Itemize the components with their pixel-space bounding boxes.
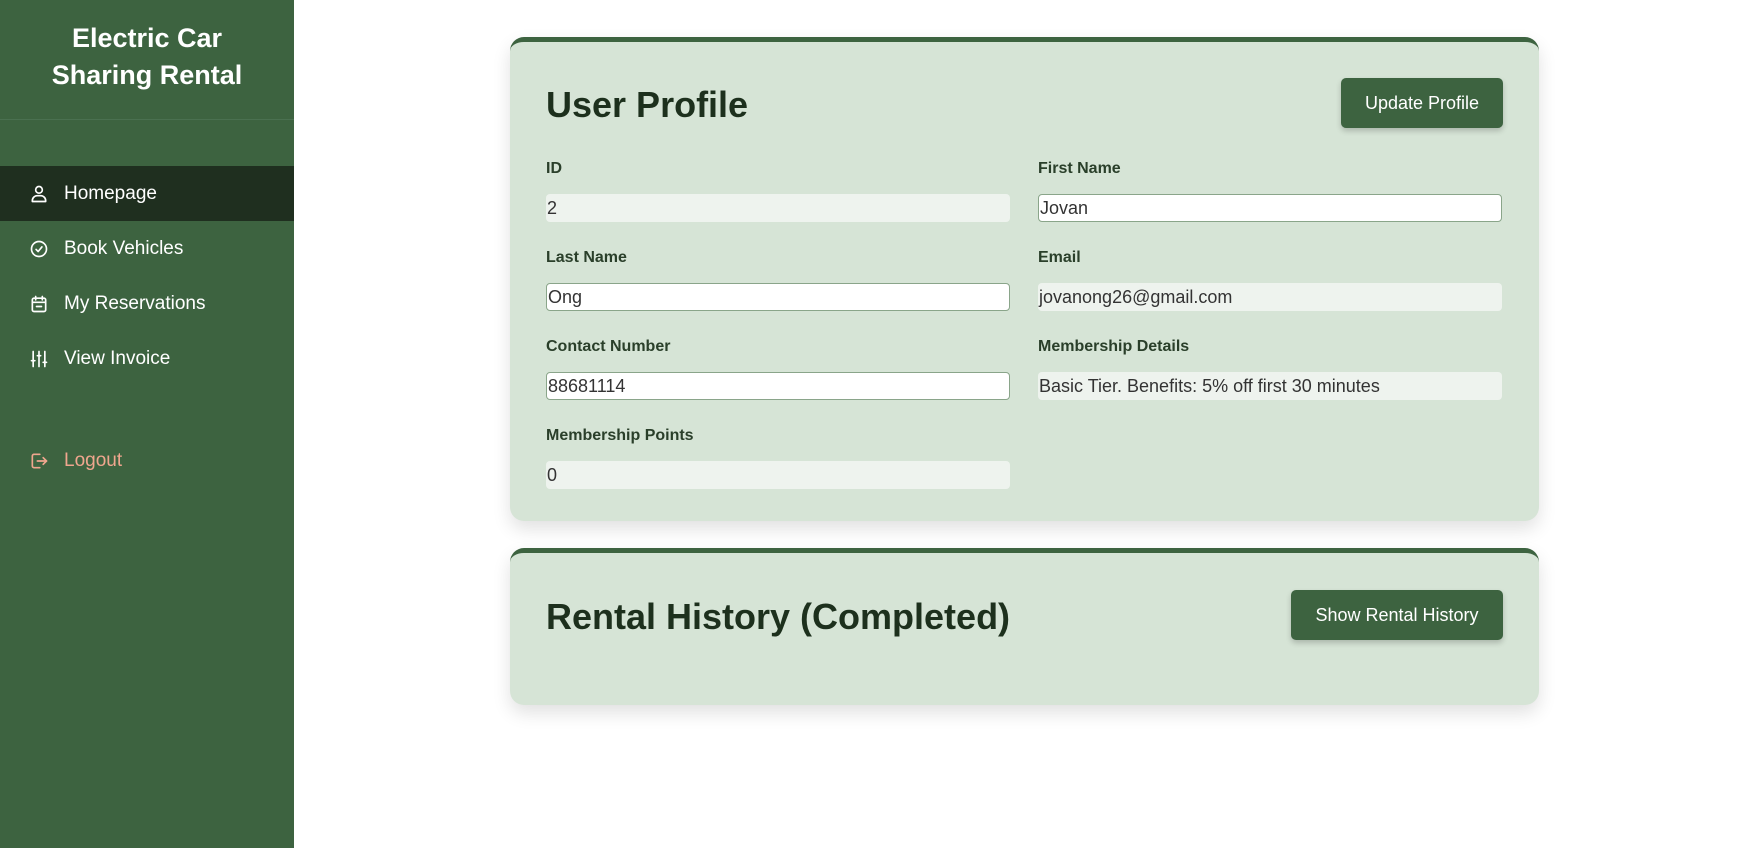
sidebar-item-view-invoice[interactable]: View Invoice — [0, 331, 294, 386]
logout-button[interactable]: Logout — [0, 433, 294, 488]
logout-label: Logout — [64, 449, 123, 471]
email-label: Email — [1038, 249, 1081, 266]
id-field-group: ID 2 — [546, 160, 1010, 222]
contact-number-field-group: Contact Number 88681114 — [546, 338, 1010, 400]
rental-history-title: Rental History (Completed) — [546, 596, 1011, 637]
sliders-icon — [28, 348, 50, 370]
last-name-field-group: Last Name Ong — [546, 249, 1010, 311]
first-name-field-group: First Name Jovan — [1038, 160, 1502, 222]
sidebar-item-my-reservations[interactable]: My Reservations — [0, 276, 294, 331]
membership-details-label: Membership Details — [1038, 338, 1190, 355]
sidebar-item-label: My Reservations — [64, 292, 206, 314]
email-field-group: Email jovanong26@gmail.com — [1038, 249, 1502, 311]
membership-points-value: 0 — [546, 461, 1010, 489]
email-value: jovanong26@gmail.com — [1038, 283, 1502, 311]
brand-line-2: Sharing Rental — [51, 59, 243, 90]
show-rental-history-button[interactable]: Show Rental History — [1291, 590, 1503, 640]
membership-details-field-group: Membership Details Basic Tier. Benefits:… — [1038, 338, 1502, 400]
contact-number-input[interactable]: 88681114 — [546, 372, 1010, 400]
sidebar-item-book-vehicles[interactable]: Book Vehicles — [0, 221, 294, 276]
membership-points-label: Membership Points — [546, 427, 694, 444]
check-circle-icon — [28, 238, 50, 260]
id-value: 2 — [546, 194, 1010, 222]
brand-line-1: Electric Car — [71, 22, 223, 53]
first-name-label: First Name — [1038, 160, 1121, 177]
membership-points-field-group: Membership Points 0 — [546, 427, 1010, 489]
app-brand: Electric Car Sharing Rental — [0, 0, 294, 120]
update-profile-button[interactable]: Update Profile — [1341, 78, 1503, 128]
sidebar-item-homepage[interactable]: Homepage — [0, 166, 294, 221]
sidebar-item-label: Book Vehicles — [64, 237, 184, 259]
first-name-input[interactable]: Jovan — [1038, 194, 1502, 222]
id-label: ID — [546, 160, 562, 177]
last-name-label: Last Name — [546, 249, 627, 266]
user-icon — [28, 183, 50, 205]
user-profile-title: User Profile — [546, 84, 749, 125]
logout-icon — [28, 450, 50, 472]
contact-number-label: Contact Number — [546, 338, 671, 355]
calendar-icon — [28, 293, 50, 315]
last-name-input[interactable]: Ong — [546, 283, 1010, 311]
membership-details-value: Basic Tier. Benefits: 5% off first 30 mi… — [1038, 372, 1502, 400]
rental-history-card: Rental History (Completed) Show Rental H… — [510, 548, 1539, 705]
user-profile-card: User Profile Update Profile ID 2 First N… — [510, 37, 1539, 521]
sidebar-nav: Homepage Book Vehicles My Reservations V… — [0, 166, 294, 386]
sidebar: Electric Car Sharing Rental Homepage Boo… — [0, 0, 294, 848]
sidebar-item-label: Homepage — [64, 182, 157, 204]
sidebar-item-label: View Invoice — [64, 347, 171, 369]
